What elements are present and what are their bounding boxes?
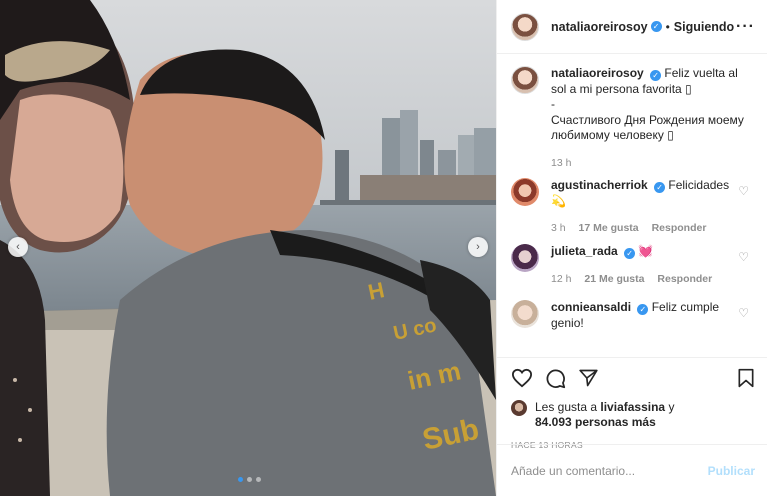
comments-list: nataliaoreirosoy ✓ Feliz vuelta al sol a… bbox=[511, 66, 757, 340]
post-photo[interactable]: H U co in m Sub ‹ › bbox=[0, 0, 496, 496]
commenter-avatar[interactable] bbox=[511, 178, 539, 206]
comment-item: julieta_rada ✓ 💓 12 h 21 Me gusta Respon… bbox=[511, 244, 757, 300]
separator-dot: • bbox=[665, 19, 670, 34]
chevron-right-icon: › bbox=[476, 241, 480, 253]
like-heart-icon[interactable] bbox=[511, 368, 533, 388]
likes-prefix: Les gusta a bbox=[535, 400, 601, 414]
verified-badge-icon: ✓ bbox=[650, 21, 662, 32]
comment-likes[interactable]: 21 Me gusta bbox=[584, 273, 644, 285]
carousel-dot bbox=[238, 477, 243, 482]
comment-text: 💓 bbox=[638, 244, 654, 258]
caption-text-line: Счастливого Дня Рождения моему любимому … bbox=[551, 112, 744, 143]
share-paper-plane-icon[interactable] bbox=[578, 368, 599, 388]
author-avatar[interactable] bbox=[511, 66, 539, 94]
comment-item: connieansaldi ✓ Feliz cumple genio! ♡ bbox=[511, 300, 757, 340]
verified-badge-icon: ✓ bbox=[650, 70, 662, 81]
comment-time[interactable]: 3 h bbox=[551, 222, 566, 234]
carousel-dot bbox=[247, 477, 252, 482]
comment-like-heart-icon[interactable]: ♡ bbox=[738, 184, 749, 198]
post-side-panel: nataliaoreirosoy ✓ • Siguiendo ··· natal… bbox=[496, 0, 767, 496]
author-avatar[interactable] bbox=[511, 12, 539, 41]
comment-composer: Publicar bbox=[497, 444, 767, 496]
post-header: nataliaoreirosoy ✓ • Siguiendo ··· bbox=[497, 0, 767, 54]
more-horizontal-icon[interactable]: ··· bbox=[736, 18, 755, 36]
comment-likes[interactable]: 17 Me gusta bbox=[579, 222, 639, 234]
verified-badge-icon: ✓ bbox=[624, 248, 636, 259]
verified-badge-icon: ✓ bbox=[654, 182, 666, 193]
bookmark-save-icon[interactable] bbox=[737, 368, 755, 388]
commenter-avatar[interactable] bbox=[511, 244, 539, 272]
following-button[interactable]: Siguiendo bbox=[674, 20, 734, 34]
commenter-avatar[interactable] bbox=[511, 300, 539, 328]
publish-button[interactable]: Publicar bbox=[708, 464, 755, 478]
caption-time[interactable]: 13 h bbox=[551, 157, 571, 169]
reply-button[interactable]: Responder bbox=[652, 222, 707, 234]
comment-username[interactable]: connieansaldi bbox=[551, 300, 631, 314]
comment-like-heart-icon[interactable]: ♡ bbox=[738, 250, 749, 264]
next-photo-button[interactable]: › bbox=[468, 237, 488, 257]
comment-input[interactable] bbox=[511, 463, 708, 478]
prev-photo-button[interactable]: ‹ bbox=[8, 237, 28, 257]
caption-username[interactable]: nataliaoreirosoy bbox=[551, 66, 644, 80]
carousel-dot bbox=[256, 477, 261, 482]
reply-button[interactable]: Responder bbox=[657, 273, 712, 285]
author-username[interactable]: nataliaoreirosoy bbox=[551, 20, 648, 34]
verified-badge-icon: ✓ bbox=[637, 304, 649, 315]
comment-username[interactable]: julieta_rada bbox=[551, 244, 618, 258]
likes-summary: Les gusta a liviafassina y 84.093 person… bbox=[511, 400, 755, 430]
chevron-left-icon: ‹ bbox=[16, 241, 20, 253]
comment-like-heart-icon[interactable]: ♡ bbox=[738, 306, 749, 320]
carousel-indicator bbox=[238, 477, 261, 482]
comment-username[interactable]: agustinacherriok bbox=[551, 178, 648, 192]
photo-illustration: H U co in m Sub bbox=[0, 0, 496, 496]
caption-text-line: - bbox=[551, 97, 555, 111]
likes-and: y bbox=[665, 400, 675, 414]
comment-item: agustinacherriok ✓ Felicidades 💫 3 h 17 … bbox=[511, 178, 757, 244]
likes-count[interactable]: 84.093 personas más bbox=[535, 415, 656, 429]
caption: nataliaoreirosoy ✓ Feliz vuelta al sol a… bbox=[511, 66, 757, 178]
comment-time[interactable]: 12 h bbox=[551, 273, 571, 285]
liker-username[interactable]: liviafassina bbox=[600, 400, 665, 414]
post-actions: Les gusta a liviafassina y 84.093 person… bbox=[497, 357, 767, 450]
comment-bubble-icon[interactable] bbox=[545, 368, 566, 389]
liker-avatar[interactable] bbox=[511, 400, 527, 416]
